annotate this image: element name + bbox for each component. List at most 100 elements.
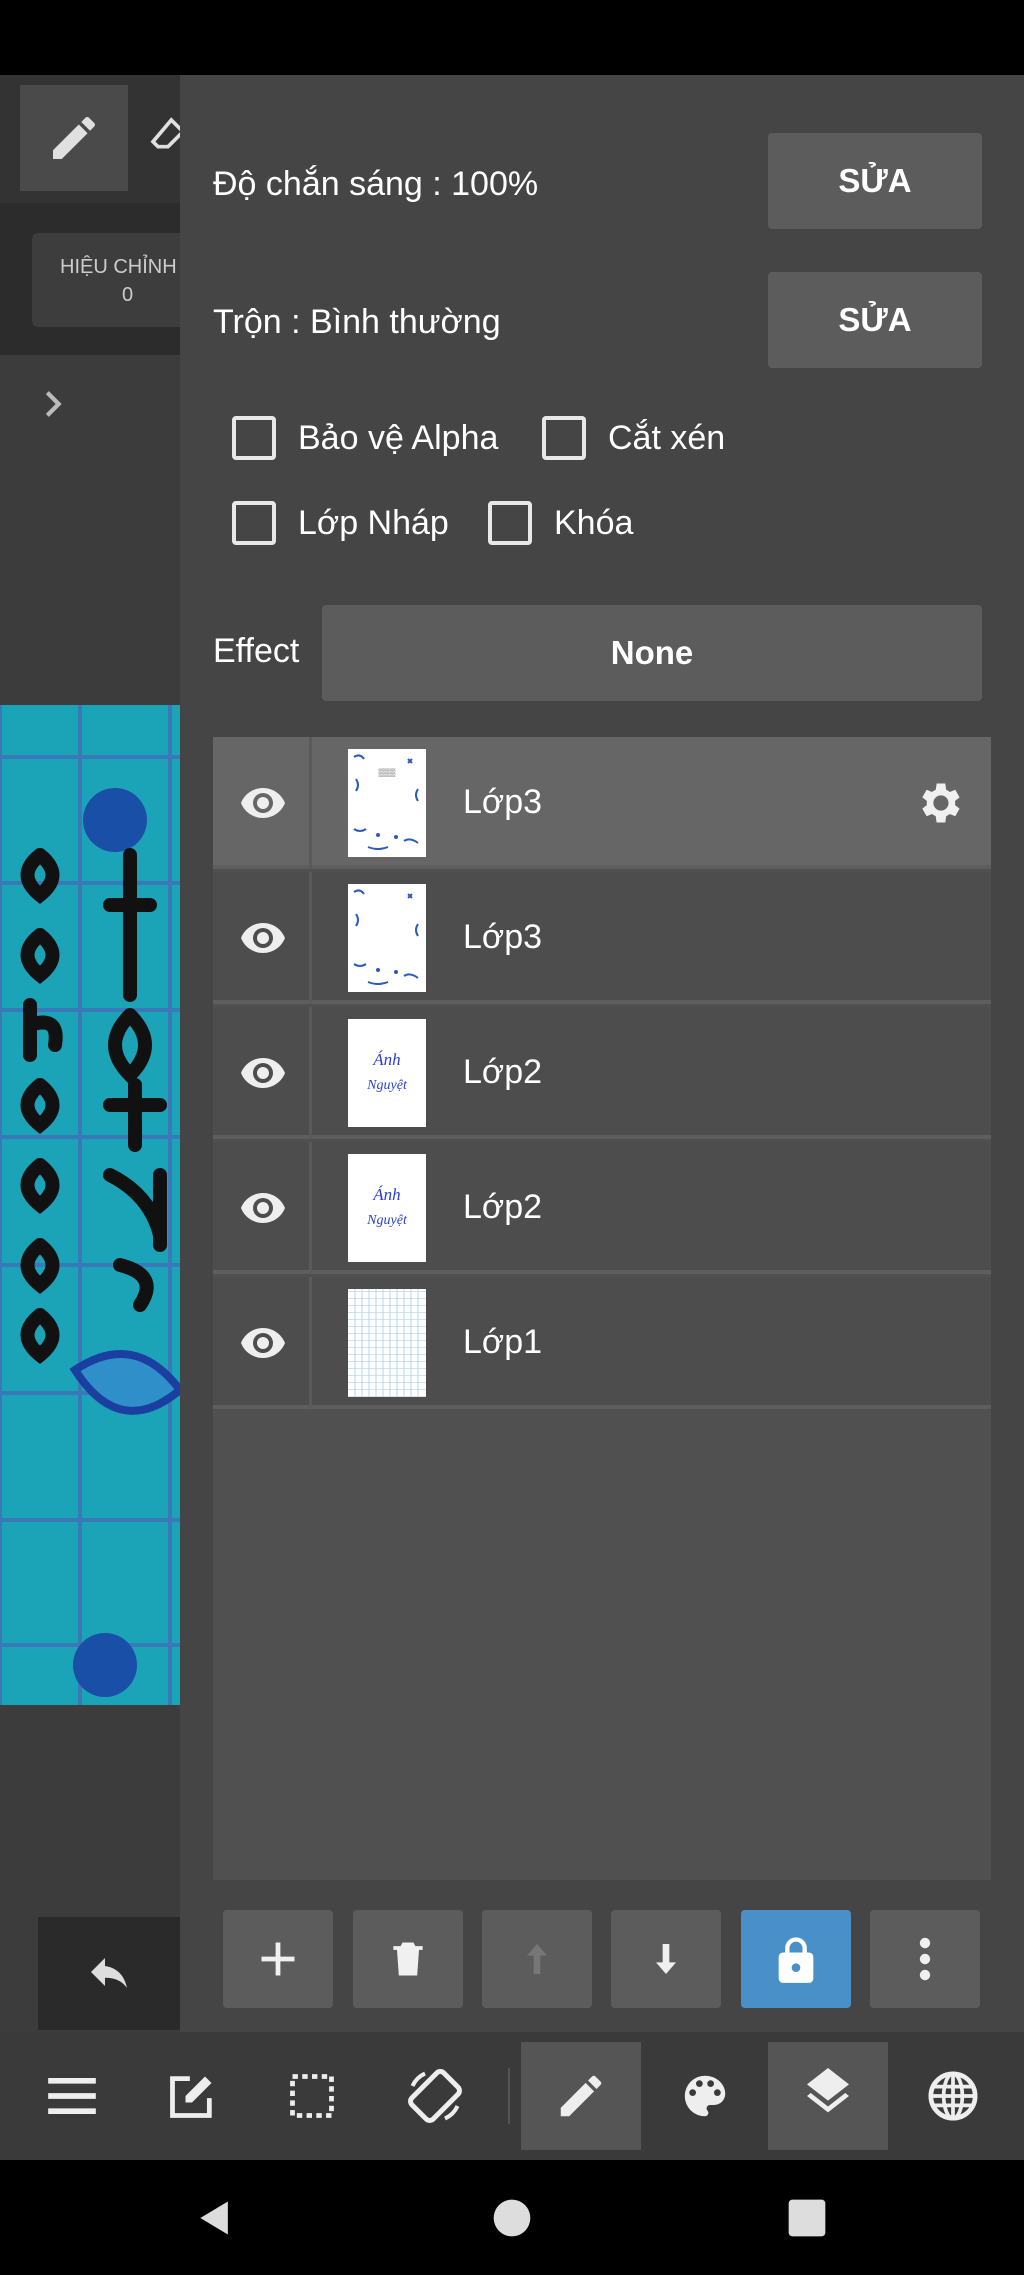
pencil-icon (560, 2075, 602, 2117)
pen-tool-button[interactable] (20, 85, 128, 191)
layer-panel: Độ chắn sáng : 100% SỬA Trộn : Bình thườ… (180, 75, 1024, 2032)
protect-alpha-checkbox[interactable]: Bảo vệ Alpha (232, 416, 498, 460)
adjust-value: 0 (122, 284, 134, 306)
effect-label: Effect (213, 632, 300, 670)
selection-button[interactable] (252, 2042, 372, 2150)
layer-row[interactable]: Lớp1 (213, 1277, 991, 1409)
globe-button[interactable] (893, 2042, 1013, 2150)
back-icon[interactable] (193, 2196, 237, 2240)
layer-thumbnail: Ánh Nguyệt (348, 1019, 426, 1127)
layer-row[interactable]: Lớp3 (213, 872, 991, 1004)
selection-icon (290, 2074, 334, 2118)
layer-row[interactable]: ▒▒▒ Lớp3 (213, 737, 991, 869)
blend-edit-button[interactable]: SỬA (768, 272, 982, 368)
layer-thumbnail (348, 1289, 426, 1397)
bottom-toolbar (0, 2032, 1024, 2160)
row-divider (309, 1007, 312, 1139)
opacity-label: Độ chắn sáng : 100% (213, 165, 539, 203)
globe-icon (928, 2071, 978, 2121)
add-layer-button[interactable] (223, 1910, 333, 2008)
delete-layer-button[interactable] (353, 1910, 463, 2008)
thumb-text-line1: Ánh (372, 1050, 400, 1069)
eye-icon[interactable] (237, 1049, 289, 1097)
row-divider (309, 737, 312, 869)
checkbox-box (488, 501, 532, 545)
lock-label: Khóa (554, 503, 634, 542)
checkbox-box (232, 501, 276, 545)
adjust-label: HIỆU CHỈNH (60, 256, 177, 278)
arrow-down-icon (656, 1944, 676, 1974)
toolbar-divider (508, 2068, 510, 2124)
eye-icon[interactable] (237, 914, 289, 962)
layer-thumbnail: Ánh Nguyệt (348, 1154, 426, 1262)
layer-row[interactable]: Ánh Nguyệt Lớp2 (213, 1007, 991, 1139)
layer-name: Lớp2 (463, 1188, 543, 1226)
edit-canvas-button[interactable] (132, 2042, 252, 2150)
gear-icon[interactable] (913, 777, 965, 829)
layer-row[interactable]: Ánh Nguyệt Lớp2 (213, 1142, 991, 1274)
thumb-text-line2: Nguyệt (366, 1213, 408, 1228)
layer-name: Lớp3 (463, 783, 543, 821)
clipping-label: Cắt xén (608, 418, 726, 457)
move-layer-down-button[interactable] (611, 1910, 721, 2008)
more-vertical-icon (919, 1937, 931, 1981)
plus-icon (261, 1942, 295, 1976)
canvas-artwork[interactable] (0, 705, 180, 1705)
eye-icon[interactable] (237, 1184, 289, 1232)
undo-icon (91, 1957, 127, 1988)
eye-icon[interactable] (237, 779, 289, 827)
undo-button[interactable] (38, 1917, 180, 2030)
screen-rotation-icon (408, 2069, 462, 2123)
layer-thumbnail (348, 884, 426, 992)
row-divider (309, 872, 312, 1004)
arrow-up-icon (527, 1944, 547, 1974)
brush-tool-button[interactable] (521, 2042, 641, 2150)
clipping-checkbox[interactable]: Cắt xén (542, 416, 725, 460)
eraser-icon[interactable] (148, 115, 180, 155)
status-bar (0, 0, 1024, 75)
more-options-button[interactable] (870, 1910, 980, 2008)
pencil-icon (53, 116, 96, 159)
layer-name: Lớp1 (463, 1323, 543, 1361)
svg-text:▒▒▒: ▒▒▒ (378, 768, 395, 777)
artwork-image (0, 705, 180, 1705)
system-nav-bar (0, 2160, 1024, 2275)
blend-mode-label: Trộn : Bình thường (213, 303, 501, 341)
lock-checkbox[interactable]: Khóa (488, 501, 633, 545)
layers-icon (807, 2068, 849, 2113)
row-divider (309, 1142, 312, 1274)
chevron-right-icon[interactable] (36, 387, 70, 421)
home-icon[interactable] (490, 2196, 534, 2240)
layer-toolbar (223, 1910, 991, 2008)
menu-button[interactable] (12, 2042, 132, 2150)
layer-list: ▒▒▒ Lớp3 Lớp3 Ánh Nguyệt Lớp2 Ánh Nguyệt… (213, 737, 991, 1880)
color-palette-button[interactable] (645, 2042, 765, 2150)
layers-button[interactable] (768, 2042, 888, 2150)
adjust-button[interactable]: HIỆU CHỈNH 0 (32, 233, 180, 327)
left-toolbar (0, 75, 180, 203)
checkbox-box (542, 416, 586, 460)
layer-thumbnail: ▒▒▒ (348, 749, 426, 857)
layer-name: Lớp2 (463, 1053, 543, 1091)
hamburger-menu-icon (48, 2078, 96, 2114)
protect-alpha-label: Bảo vệ Alpha (298, 418, 499, 457)
draft-layer-label: Lớp Nháp (298, 503, 449, 542)
move-layer-up-button[interactable] (482, 1910, 592, 2008)
rotate-screen-button[interactable] (375, 2042, 495, 2150)
thumb-text-line2: Nguyệt (366, 1078, 408, 1093)
palette-icon (684, 2075, 726, 2117)
row-divider (309, 1277, 312, 1409)
recents-icon[interactable] (785, 2196, 829, 2240)
layer-name: Lớp3 (463, 918, 543, 956)
trash-icon (393, 1942, 423, 1976)
canvas-area[interactable]: HIỆU CHỈNH 0 (0, 75, 180, 2032)
opacity-edit-button[interactable]: SỬA (768, 133, 982, 229)
effect-select-button[interactable]: None (322, 605, 982, 701)
lock-layer-button[interactable] (741, 1910, 851, 2008)
thumb-text-line1: Ánh (372, 1185, 400, 1204)
edit-square-icon (170, 2076, 212, 2118)
eye-icon[interactable] (237, 1319, 289, 1367)
checkbox-box (232, 416, 276, 460)
lock-icon (778, 1937, 814, 1983)
draft-layer-checkbox[interactable]: Lớp Nháp (232, 501, 449, 545)
